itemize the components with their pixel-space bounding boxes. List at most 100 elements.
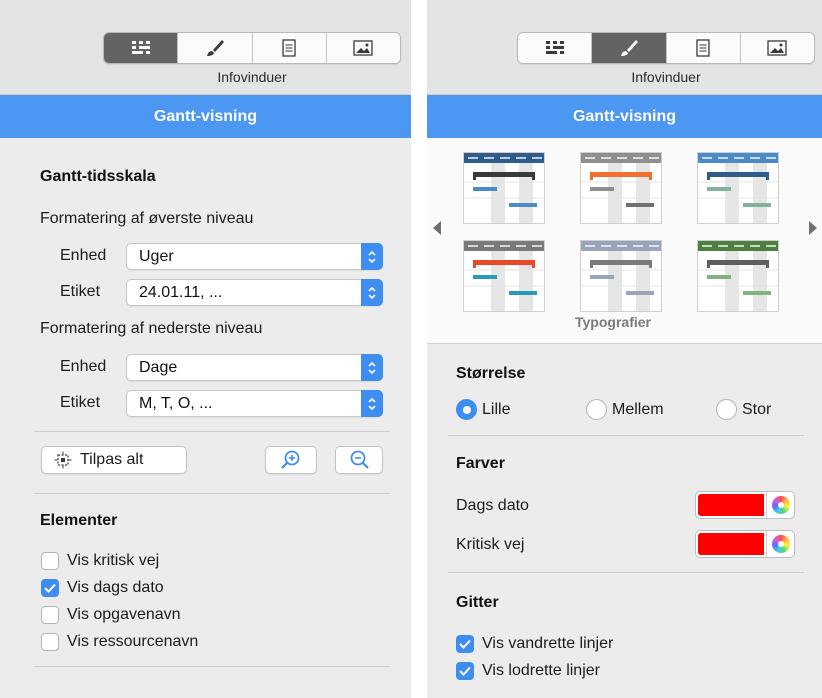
chevron-updown-icon	[361, 354, 383, 381]
inspector-tab-group	[517, 32, 815, 64]
inspector-panel-left: Infovinduer Gantt-visning Gantt-tidsskal…	[0, 0, 411, 698]
bottom-label-label: Etiket	[60, 394, 101, 411]
tab-structure[interactable]	[518, 33, 593, 63]
color-wheel-icon	[771, 535, 790, 553]
checkbox-label: Vis lodrette linjer	[482, 662, 600, 679]
top-unit-select[interactable]: Uger	[126, 243, 383, 270]
tab-style[interactable]	[592, 33, 667, 63]
style-thumbnail[interactable]	[463, 240, 545, 312]
style-thumbnail[interactable]	[463, 152, 545, 224]
styles-label: Typografier	[575, 314, 651, 330]
next-arrow-icon[interactable]	[808, 220, 818, 236]
gantt-style-preview-icon	[697, 240, 779, 312]
top-label-value: 24.01.11, ...	[139, 284, 223, 301]
checkmark-icon	[459, 639, 471, 649]
chevron-updown-icon	[361, 243, 383, 270]
checkbox-box	[41, 633, 59, 651]
today-color-label: Dags dato	[456, 497, 529, 514]
show-horizontal-lines-checkbox[interactable]: Vis vandrette linjer	[456, 635, 613, 653]
divider	[34, 493, 390, 494]
size-large-radio[interactable]: Stor	[716, 399, 771, 420]
elements-heading: Elementer	[40, 512, 118, 529]
inspector-panel-right: Infovinduer Gantt-visning Typografier St…	[427, 0, 822, 698]
toolbar-label: Infovinduer	[631, 69, 701, 85]
color-swatch	[698, 533, 764, 555]
previous-arrow-icon[interactable]	[432, 220, 442, 236]
top-label-label: Etiket	[60, 283, 101, 300]
checkbox-box	[456, 635, 474, 653]
checkbox-label: Vis opgavenavn	[67, 606, 181, 623]
size-medium-radio[interactable]: Mellem	[586, 399, 664, 420]
gantt-style-preview-icon	[463, 240, 545, 312]
show-today-checkbox[interactable]: Vis dags dato	[41, 579, 164, 597]
timescale-heading: Gantt-tidsskala	[40, 168, 156, 185]
checkbox-label: Vis kritisk vej	[67, 552, 160, 569]
fit-all-label: Tilpas alt	[80, 451, 144, 468]
top-unit-label: Enhed	[60, 247, 107, 264]
panel-title: Gantt-visning	[0, 95, 411, 138]
inspector-toolbar: Infovinduer	[427, 0, 822, 95]
checkbox-box	[41, 552, 59, 570]
gantt-style-preview-icon	[580, 152, 662, 224]
divider	[34, 666, 390, 667]
tab-style[interactable]	[178, 33, 253, 63]
checkmark-icon	[459, 666, 471, 676]
brush-icon	[620, 40, 638, 56]
checkbox-box	[41, 606, 59, 624]
radio-label: Lille	[482, 400, 511, 418]
structure-icon	[131, 41, 150, 54]
show-vertical-lines-checkbox[interactable]: Vis lodrette linjer	[456, 662, 600, 680]
tab-image[interactable]	[326, 33, 400, 63]
chevron-updown-icon	[361, 390, 383, 417]
grid-heading: Gitter	[456, 594, 499, 611]
bottom-unit-label: Enhed	[60, 358, 107, 375]
critical-color-label: Kritisk vej	[456, 536, 525, 553]
style-thumbnail[interactable]	[580, 240, 662, 312]
checkbox-label: Vis vandrette linjer	[482, 635, 614, 652]
checkbox-box	[41, 579, 59, 597]
tab-document[interactable]	[666, 33, 741, 63]
gantt-style-preview-icon	[697, 152, 779, 224]
divider	[448, 572, 804, 573]
zoom-in-icon	[281, 450, 300, 469]
chevron-updown-icon	[361, 279, 383, 306]
tab-document[interactable]	[252, 33, 327, 63]
show-resource-name-checkbox[interactable]: Vis ressourcenavn	[41, 633, 198, 651]
colors-heading: Farver	[456, 455, 505, 472]
radio-label: Stor	[742, 400, 772, 418]
radio-indicator	[456, 399, 477, 420]
style-thumbnail[interactable]	[697, 240, 779, 312]
checkbox-label: Vis ressourcenavn	[67, 633, 199, 650]
show-critical-path-checkbox[interactable]: Vis kritisk vej	[41, 552, 159, 570]
color-picker-button[interactable]	[766, 531, 794, 557]
style-thumbnail[interactable]	[580, 152, 662, 224]
bottom-level-heading: Formatering af nederste niveau	[40, 320, 263, 337]
style-thumbnail[interactable]	[697, 152, 779, 224]
divider	[448, 435, 804, 436]
color-picker-button[interactable]	[766, 492, 794, 518]
image-icon	[353, 40, 374, 56]
bottom-unit-value: Dage	[139, 359, 178, 376]
size-heading: Størrelse	[456, 365, 526, 382]
show-task-name-checkbox[interactable]: Vis opgavenavn	[41, 606, 181, 624]
bottom-unit-select[interactable]: Dage	[126, 354, 383, 381]
image-icon	[767, 40, 788, 56]
fit-all-button[interactable]: Tilpas alt	[41, 446, 187, 474]
size-small-radio[interactable]: Lille	[456, 399, 510, 420]
tab-structure[interactable]	[104, 33, 179, 63]
radio-label: Mellem	[612, 400, 664, 418]
radio-indicator	[586, 399, 607, 420]
top-level-heading: Formatering af øverste niveau	[40, 210, 254, 227]
toolbar-label: Infovinduer	[217, 69, 287, 85]
inspector-toolbar: Infovinduer	[0, 0, 411, 95]
today-color-well[interactable]	[695, 491, 795, 519]
critical-color-well[interactable]	[695, 530, 795, 558]
zoom-in-button[interactable]	[265, 446, 317, 474]
gantt-style-preview-icon	[463, 152, 545, 224]
bottom-label-select[interactable]: M, T, O, ...	[126, 390, 383, 417]
zoom-out-button[interactable]	[335, 446, 383, 474]
brush-icon	[206, 40, 224, 56]
tab-image[interactable]	[740, 33, 814, 63]
top-label-select[interactable]: 24.01.11, ...	[126, 279, 383, 306]
document-icon	[282, 39, 296, 57]
